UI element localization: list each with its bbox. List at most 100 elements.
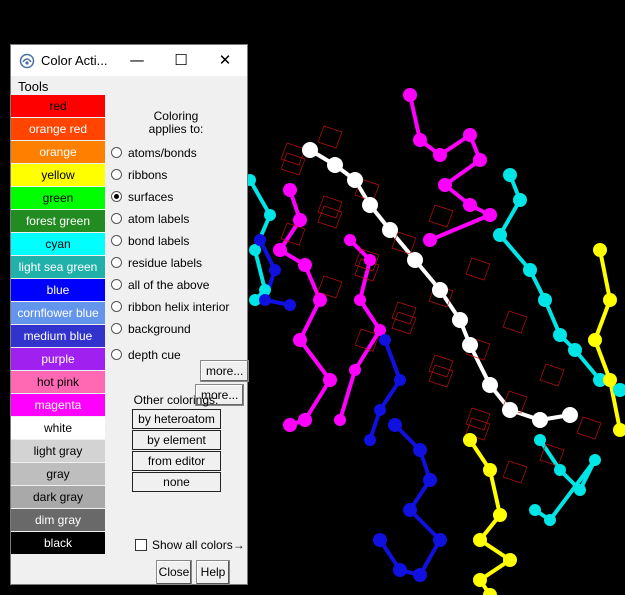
surface-mesh-cell bbox=[428, 354, 454, 378]
coloring-option[interactable]: depth cue bbox=[111, 345, 181, 365]
color-swatch[interactable]: light gray bbox=[11, 440, 105, 463]
other-coloring-button[interactable]: by heteroatom bbox=[132, 409, 221, 429]
atom bbox=[503, 553, 517, 567]
atom bbox=[413, 443, 427, 457]
background-more-button[interactable]: more... bbox=[200, 360, 250, 382]
bond bbox=[298, 338, 332, 382]
radio-button[interactable] bbox=[111, 279, 122, 291]
atom bbox=[463, 198, 477, 212]
color-swatch[interactable]: black bbox=[11, 532, 105, 555]
atom bbox=[344, 234, 356, 246]
atom bbox=[413, 133, 427, 147]
maximize-button[interactable]: ☐ bbox=[159, 45, 203, 76]
atom bbox=[593, 243, 607, 257]
coloring-option[interactable]: surfaces bbox=[111, 187, 173, 207]
other-coloring-button[interactable]: by element bbox=[132, 430, 221, 450]
atom bbox=[347, 172, 363, 188]
atom bbox=[493, 228, 507, 242]
color-swatch[interactable]: light sea green bbox=[11, 256, 105, 279]
radio-button[interactable] bbox=[111, 323, 122, 335]
color-swatch[interactable]: cornflower blue bbox=[11, 302, 105, 325]
radio-button[interactable] bbox=[111, 169, 122, 181]
checkbox-box[interactable] bbox=[135, 538, 147, 551]
color-swatch[interactable]: magenta bbox=[11, 394, 105, 417]
close-window-button[interactable]: ✕ bbox=[203, 45, 247, 76]
atom bbox=[323, 373, 337, 387]
radio-button[interactable] bbox=[111, 147, 122, 159]
coloring-panel: Coloring applies to: atoms/bonds ribbons s… bbox=[105, 95, 250, 555]
atom bbox=[364, 254, 376, 266]
coloring-option[interactable]: bond labels bbox=[111, 231, 189, 251]
other-colorings-title: Other colorings: bbox=[133, 393, 219, 407]
coloring-option-label: bond labels bbox=[128, 234, 190, 248]
color-swatch[interactable]: dark gray bbox=[11, 486, 105, 509]
atom bbox=[273, 243, 287, 257]
atom bbox=[452, 312, 468, 328]
surface-mesh-cell bbox=[465, 407, 491, 431]
show-all-colors-checkbox[interactable]: Show all colors→ bbox=[135, 538, 245, 552]
help-button[interactable]: Help bbox=[196, 560, 230, 585]
other-coloring-button[interactable]: from editor bbox=[132, 451, 221, 471]
surface-mesh-cell bbox=[317, 195, 343, 219]
coloring-option[interactable]: all of the above bbox=[111, 275, 209, 295]
radio-button[interactable] bbox=[111, 213, 122, 225]
color-swatch[interactable]: yellow bbox=[11, 164, 105, 187]
coloring-option-label: ribbon helix interior bbox=[128, 300, 230, 314]
show-all-colors-label: Show all colors bbox=[152, 538, 233, 552]
atom bbox=[603, 293, 617, 307]
radio-button[interactable] bbox=[111, 235, 122, 247]
atom bbox=[313, 293, 327, 307]
atom bbox=[574, 484, 586, 496]
color-swatch[interactable]: orange bbox=[11, 141, 105, 164]
surface-mesh-cell bbox=[539, 363, 565, 387]
atom bbox=[373, 533, 387, 547]
coloring-option[interactable]: atoms/bonds bbox=[111, 143, 197, 163]
color-swatch[interactable]: cyan bbox=[11, 233, 105, 256]
atom bbox=[513, 193, 527, 207]
bond bbox=[303, 378, 332, 422]
radio-button[interactable] bbox=[111, 191, 122, 203]
close-button[interactable]: Close bbox=[156, 560, 192, 585]
atom bbox=[298, 258, 312, 272]
atom bbox=[327, 157, 343, 173]
color-swatch[interactable]: white bbox=[11, 417, 105, 440]
atom bbox=[283, 183, 297, 197]
coloring-option[interactable]: atom labels bbox=[111, 209, 189, 229]
color-swatch[interactable]: red bbox=[11, 95, 105, 118]
arrow-right-icon: → bbox=[232, 538, 245, 552]
color-swatch[interactable]: orange red bbox=[11, 118, 105, 141]
close-icon: ✕ bbox=[218, 51, 232, 69]
atom bbox=[544, 514, 556, 526]
atom bbox=[423, 233, 437, 247]
radio-button[interactable] bbox=[111, 257, 122, 269]
atom bbox=[483, 463, 497, 477]
color-swatch[interactable]: hot pink bbox=[11, 371, 105, 394]
radio-button[interactable] bbox=[111, 349, 122, 361]
coloring-option[interactable]: ribbons bbox=[111, 165, 167, 185]
minimize-button[interactable]: — bbox=[115, 45, 159, 76]
coloring-option[interactable]: ribbon helix interior bbox=[111, 297, 229, 317]
color-swatch[interactable]: medium blue bbox=[11, 325, 105, 348]
bond bbox=[248, 179, 272, 216]
atom bbox=[413, 568, 427, 582]
bond bbox=[338, 369, 357, 421]
coloring-option[interactable]: background bbox=[111, 319, 191, 339]
atom bbox=[334, 414, 346, 426]
bond bbox=[598, 249, 612, 301]
color-swatch[interactable]: blue bbox=[11, 279, 105, 302]
color-swatch[interactable]: gray bbox=[11, 463, 105, 486]
window-title: Color Acti... bbox=[41, 53, 108, 68]
atom bbox=[432, 282, 448, 298]
color-swatch[interactable]: forest green bbox=[11, 210, 105, 233]
menu-tools[interactable]: Tools bbox=[18, 79, 48, 94]
title-bar: Color Acti... — ☐ ✕ bbox=[11, 45, 247, 76]
coloring-option[interactable]: residue labels bbox=[111, 253, 202, 273]
color-swatch[interactable]: green bbox=[11, 187, 105, 210]
atom bbox=[269, 264, 281, 276]
atom bbox=[298, 413, 312, 427]
atom bbox=[553, 328, 567, 342]
other-coloring-button[interactable]: none bbox=[132, 472, 221, 492]
radio-button[interactable] bbox=[111, 301, 122, 313]
color-swatch[interactable]: dim gray bbox=[11, 509, 105, 532]
color-swatch[interactable]: purple bbox=[11, 348, 105, 371]
